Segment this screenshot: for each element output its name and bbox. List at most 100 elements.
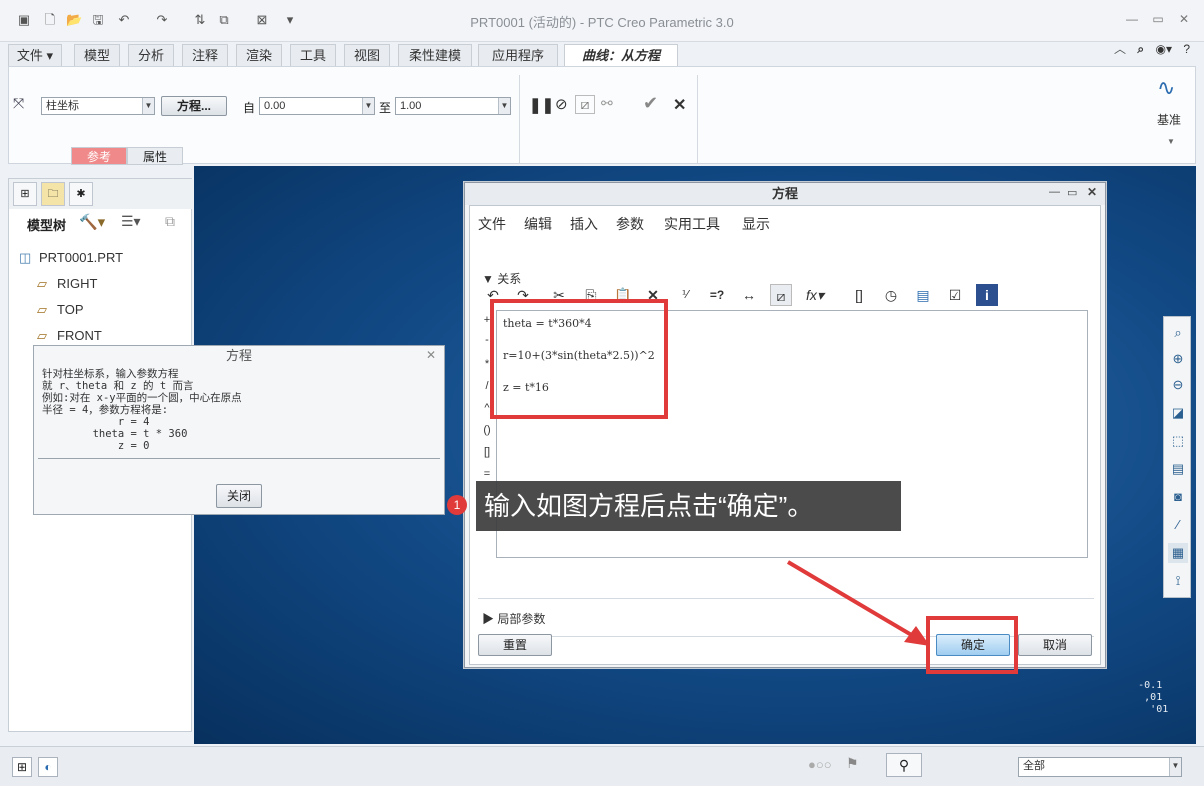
tab-file[interactable]: 文件 ▾ [8,44,62,66]
search-icon[interactable]: ⌕ [1137,42,1144,56]
glasses-icon[interactable]: ⚯ [601,95,613,112]
saved-views-icon[interactable]: ▤ [1168,459,1188,479]
datum-curve-icon[interactable]: ∿ [1157,75,1175,101]
checklist-icon[interactable]: ☑ [944,284,966,306]
tab-model[interactable]: 模型 [74,44,120,66]
evaluate-icon[interactable]: ⅟ [674,284,696,306]
tab-properties[interactable]: 属性 [127,147,183,165]
tab-analysis[interactable]: 分析 [128,44,174,66]
minimize-icon[interactable]: — [1124,12,1140,26]
maximize-icon[interactable]: ▭ [1150,12,1166,26]
from-label: 自 [243,101,256,115]
menu-utilities[interactable]: 实用工具 [664,214,720,234]
filter-icon[interactable]: ⧉ [165,213,175,230]
repaint-icon[interactable]: ◪ [1168,403,1188,423]
datum-display-icon[interactable]: ⁄ [1168,515,1188,535]
tab-curve-from-equation[interactable]: 曲线：从方程 [564,44,678,66]
collapse-ribbon-icon[interactable]: ︿ [1114,42,1126,56]
separator [697,75,698,163]
reset-button[interactable]: 重置 [478,634,552,656]
folder-tab-icon[interactable]: 🗀 [41,182,65,206]
tab-view[interactable]: 视图 [344,44,390,66]
clock-icon[interactable]: ◷ [880,284,902,306]
tab-references[interactable]: 参考 [71,147,127,165]
model-tree-header: 模型树 [27,218,67,233]
menu-parameters[interactable]: 参数 [616,214,644,234]
tab-annotate[interactable]: 注释 [182,44,228,66]
selection-filter-select[interactable]: 全部 ▼ [1018,757,1182,777]
datum-plane-icon: ▱ [37,302,47,317]
tree-item-top[interactable]: ▱ TOP [37,301,84,319]
cancel-icon[interactable]: ✕ [673,95,686,115]
chevron-down-icon[interactable]: ▼ [1167,137,1175,146]
spin-center-icon[interactable]: ⟟ [1168,571,1188,591]
community-icon[interactable]: ◉▾ [1155,42,1172,56]
from-value-input[interactable]: 0.00 ▼ [259,97,375,115]
find-icon[interactable]: ⚲ [886,753,922,777]
annotation-display-icon[interactable]: ▦ [1168,543,1188,563]
close-icon[interactable]: ✕ [1176,12,1192,26]
menu-edit[interactable]: 编辑 [524,214,552,234]
help-close-button[interactable]: 关闭 [216,484,262,508]
annotation-arrow [786,560,930,646]
dialog-title: 方程 [465,183,1105,205]
show-icon[interactable]: ☰▾ [121,213,141,230]
tab-render[interactable]: 渲染 [236,44,282,66]
separator [519,75,520,163]
datum-label[interactable]: 基准 [1157,111,1181,128]
switch-dims-icon[interactable]: ⧄ [770,284,792,306]
view-manager-icon[interactable]: ◙ [1168,487,1188,507]
tree-item-front[interactable]: ▱ FRONT [37,327,102,345]
zoom-out-icon[interactable]: ⊖ [1168,375,1188,395]
op-parens[interactable]: () [480,424,494,436]
zoom-in-icon[interactable]: ⊕ [1168,349,1188,369]
refit-icon[interactable]: ⌕ [1168,323,1188,343]
window-title: PRT0001 (活动的) - PTC Creo Parametric 3.0 [470,15,734,30]
coord-type-select[interactable]: 柱坐标 ▼ [41,97,155,115]
help-icon[interactable]: ? [1183,42,1190,56]
model-tree-toggle-icon[interactable]: ⊞ [12,757,32,777]
coordinate-triad: -0.1 ,01 '01 [1096,680,1169,715]
dimension-icon[interactable]: ↔ [738,284,760,306]
tab-flexible-modeling[interactable]: 柔性建模 [398,44,472,66]
op-brackets[interactable]: [] [480,446,494,458]
flag-icon[interactable]: ⚑ [846,755,859,772]
tab-applications[interactable]: 应用程序 [478,44,558,66]
help-popup-title: 方程 [225,348,252,363]
function-icon[interactable]: fx▾ [804,284,826,306]
dialog-close-icon[interactable]: ✕ [1087,185,1097,199]
settings-icon[interactable]: 🔨▾ [79,213,105,231]
cancel-button[interactable]: 取消 [1018,634,1092,656]
step-number-badge: 1 [447,495,467,515]
to-value-input[interactable]: 1.00 ▼ [395,97,511,115]
local-params-section[interactable]: ▶ 局部参数 [482,610,545,627]
favorites-tab-icon[interactable]: ✱ [69,182,93,206]
preview-icon[interactable]: ⧄ [575,95,595,114]
no-preview-icon[interactable]: ⊘ [555,95,568,113]
part-icon: ◫ [19,250,32,265]
menu-insert[interactable]: 插入 [570,214,598,234]
pause-icon[interactable]: ❚❚ [529,96,554,114]
dialog-maximize-icon[interactable]: ▭ [1067,186,1077,199]
verify-icon[interactable]: =? [706,284,728,306]
tab-tools[interactable]: 工具 [290,44,336,66]
help-close-icon[interactable]: ✕ [426,348,436,362]
tree-item-part[interactable]: ◫ PRT0001.PRT [19,249,123,267]
datum-plane-icon: ▱ [37,276,47,291]
op-equals[interactable]: = [480,468,494,480]
ribbon-tabs: 文件 ▾ 模型 分析 注释 渲染 工具 视图 柔性建模 应用程序 曲线：从方程 [8,44,1196,66]
dialog-minimize-icon[interactable]: — [1049,186,1060,198]
menu-display[interactable]: 显示 [742,214,770,234]
model-tree-tab-icon[interactable]: ⊞ [13,182,37,206]
tree-item-right[interactable]: ▱ RIGHT [37,275,97,293]
confirm-icon[interactable]: ✔ [643,93,658,114]
display-style-icon[interactable]: ⬚ [1168,431,1188,451]
browser-toggle-icon[interactable]: ◐ [38,757,58,777]
table-icon[interactable]: ▤ [912,284,934,306]
info-icon[interactable]: i [976,284,998,306]
menu-file[interactable]: 文件 [478,214,506,234]
panel-tabs: ⊞ 🗀 ✱ [9,179,193,209]
brackets-icon[interactable]: [] [848,284,870,306]
equation-button[interactable]: 方程... [161,96,227,116]
view-toolbar: ⌕ ⊕ ⊖ ◪ ⬚ ▤ ◙ ⁄ ▦ ⟟ [1163,316,1191,598]
